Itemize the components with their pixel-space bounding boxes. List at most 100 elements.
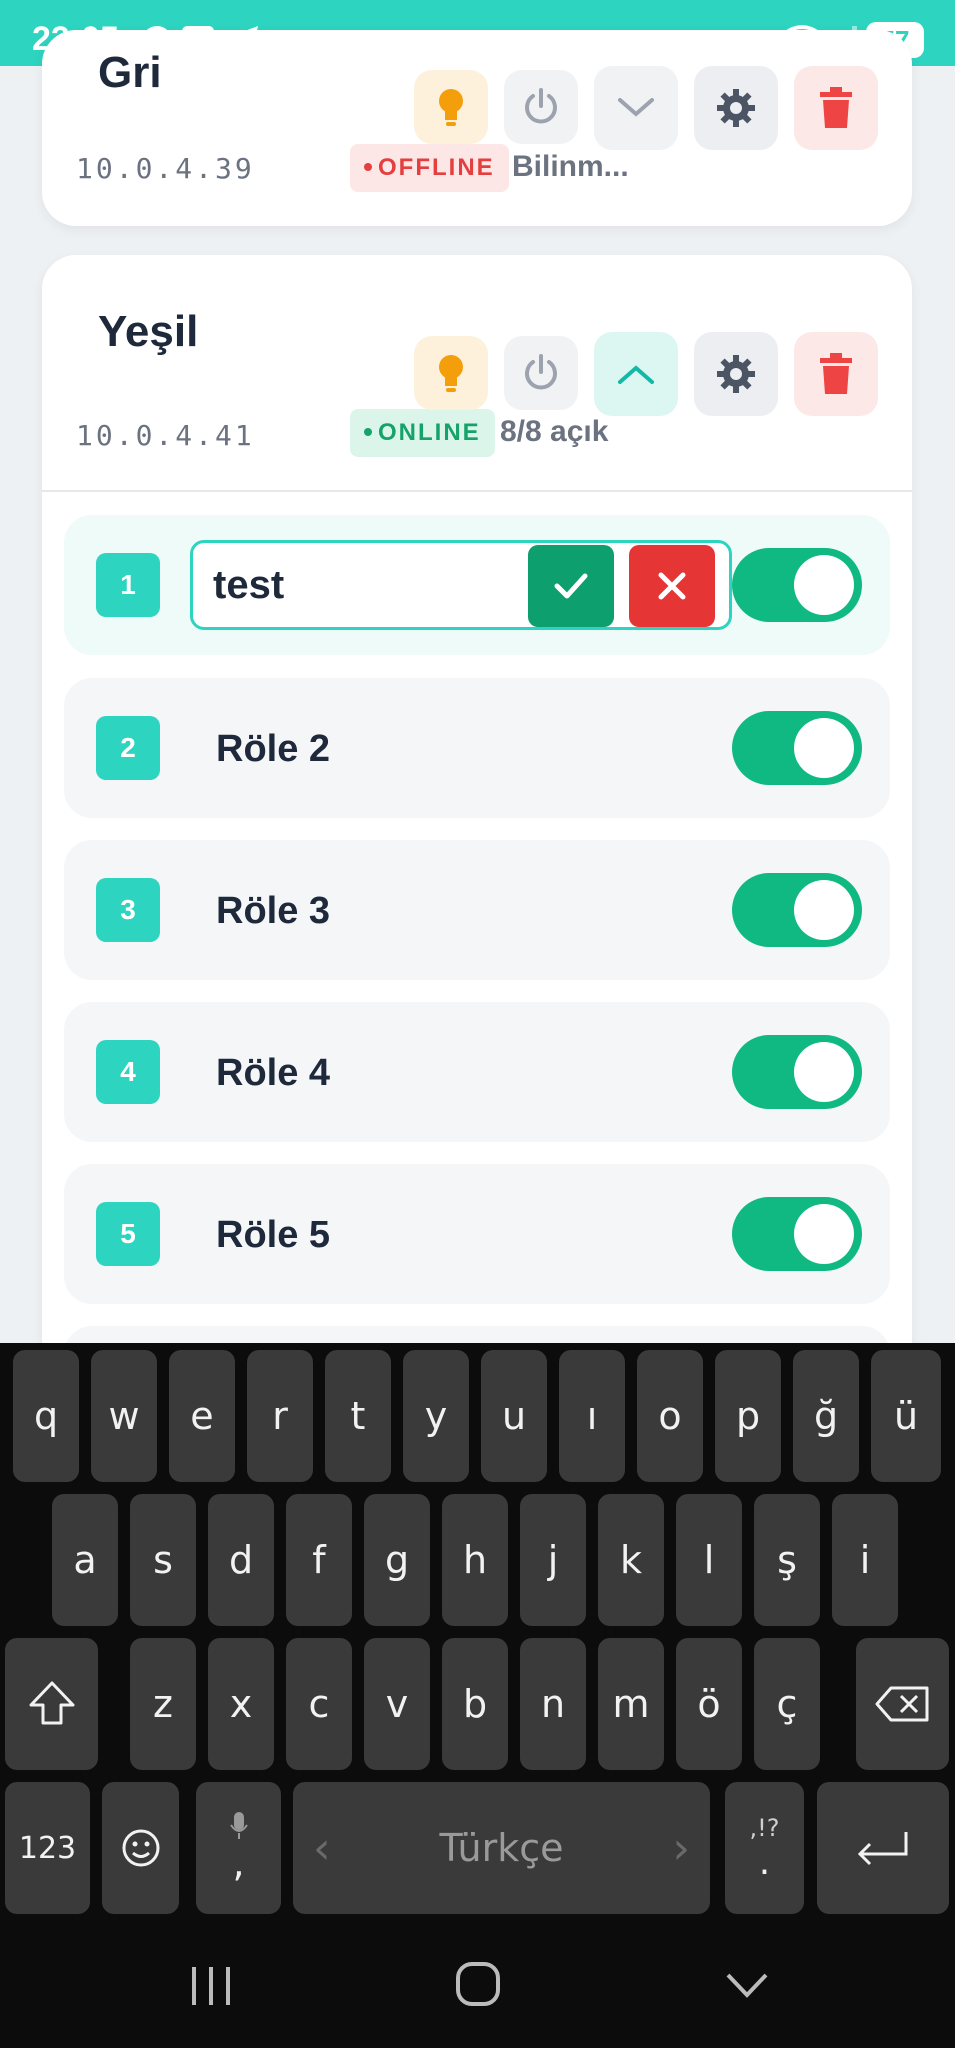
relay-number: 3 (96, 878, 160, 942)
toggle-knob (794, 1204, 854, 1264)
emoji-key[interactable] (102, 1782, 179, 1914)
identify-button[interactable] (414, 336, 488, 410)
punctuation-key[interactable]: ,!? . (725, 1782, 804, 1914)
key-c-cedilla[interactable]: ç (754, 1638, 820, 1770)
backspace-icon (875, 1686, 928, 1722)
key-s-cedilla[interactable]: ş (754, 1494, 820, 1626)
device-card: Gri 10.0.4.39 OFFLINE Bilinm... (42, 30, 912, 226)
power-button[interactable] (504, 336, 578, 410)
comma-label: , (232, 1841, 245, 1885)
relay-row: 4 Röle 4 (64, 1002, 890, 1142)
check-icon (554, 573, 588, 599)
status-badge: OFFLINE (350, 144, 509, 192)
key-y[interactable]: y (403, 1350, 469, 1482)
key-l[interactable]: l (676, 1494, 742, 1626)
relay-toggle[interactable] (732, 711, 862, 785)
key-q[interactable]: q (13, 1350, 79, 1482)
toggle-knob (794, 555, 854, 615)
key-g-breve[interactable]: ğ (793, 1350, 859, 1482)
cancel-rename-button[interactable] (629, 545, 715, 627)
device-ip: 10.0.4.41 (76, 419, 255, 452)
key-m[interactable]: m (598, 1638, 664, 1770)
chevron-down-icon (618, 98, 654, 117)
key-b[interactable]: b (442, 1638, 508, 1770)
recent-apps-icon (192, 1967, 230, 2005)
relay-toggle[interactable] (732, 873, 862, 947)
relay-label[interactable]: Röle 3 (216, 890, 330, 933)
collapse-button[interactable] (594, 332, 678, 416)
key-dotless-i[interactable]: ı (559, 1350, 625, 1482)
key-u[interactable]: u (481, 1350, 547, 1482)
settings-button[interactable] (694, 66, 778, 150)
key-n[interactable]: n (520, 1638, 586, 1770)
relay-name-input[interactable] (213, 559, 513, 611)
comma-key[interactable]: , (196, 1782, 281, 1914)
key-v[interactable]: v (364, 1638, 430, 1770)
key-x[interactable]: x (208, 1638, 274, 1770)
relay-row: 3 Röle 3 (64, 840, 890, 980)
status-dot (364, 427, 372, 436)
key-g[interactable]: g (364, 1494, 430, 1626)
relay-row: 2 Röle 2 (64, 678, 890, 818)
smiley-icon (122, 1829, 159, 1867)
key-h[interactable]: h (442, 1494, 508, 1626)
key-z[interactable]: z (130, 1638, 196, 1770)
key-a[interactable]: a (52, 1494, 118, 1626)
key-r[interactable]: r (247, 1350, 313, 1482)
status-badge: ONLINE (350, 409, 495, 457)
chevron-up-icon (618, 365, 654, 384)
chevron-right-icon: › (672, 1822, 690, 1874)
space-label: Türkçe (439, 1826, 564, 1870)
home-icon (456, 1962, 500, 2006)
expand-button[interactable] (594, 66, 678, 150)
identify-button[interactable] (414, 70, 488, 144)
key-t[interactable]: t (325, 1350, 391, 1482)
key-k[interactable]: k (598, 1494, 664, 1626)
relay-label[interactable]: Röle 5 (216, 1214, 330, 1257)
home-button[interactable] (455, 1961, 501, 2007)
key-p[interactable]: p (715, 1350, 781, 1482)
recent-apps-button[interactable] (186, 1963, 236, 2009)
settings-button[interactable] (694, 332, 778, 416)
key-o-umlaut[interactable]: ö (676, 1638, 742, 1770)
relay-row: 5 Röle 5 (64, 1164, 890, 1304)
key-o[interactable]: o (637, 1350, 703, 1482)
relay-number: 2 (96, 716, 160, 780)
navigation-bar (0, 1923, 955, 2048)
key-c[interactable]: c (286, 1638, 352, 1770)
enter-icon (857, 1832, 908, 1866)
backspace-key[interactable] (856, 1638, 949, 1770)
relay-toggle[interactable] (732, 1197, 862, 1271)
key-d[interactable]: d (208, 1494, 274, 1626)
relay-summary: Bilinm... (512, 150, 629, 183)
toggle-knob (794, 880, 854, 940)
key-f[interactable]: f (286, 1494, 352, 1626)
status-dot (364, 162, 372, 171)
key-u-umlaut[interactable]: ü (871, 1350, 941, 1482)
relay-toggle[interactable] (732, 1035, 862, 1109)
soft-keyboard: q w e r t y u ı o p ğ ü a s d f g h j k … (0, 1343, 955, 1923)
key-w[interactable]: w (91, 1350, 157, 1482)
close-icon (658, 572, 686, 600)
key-e[interactable]: e (169, 1350, 235, 1482)
key-j[interactable]: j (520, 1494, 586, 1626)
device-name: Gri (98, 48, 162, 97)
numbers-key[interactable]: 123 (5, 1782, 90, 1914)
key-s[interactable]: s (130, 1494, 196, 1626)
period-label: . (758, 1841, 771, 1883)
shift-key[interactable] (5, 1638, 98, 1770)
relay-row: 1 (64, 515, 890, 655)
back-button[interactable] (724, 1971, 770, 2001)
power-button[interactable] (504, 70, 578, 144)
key-i[interactable]: i (832, 1494, 898, 1626)
relay-toggle[interactable] (732, 548, 862, 622)
toggle-knob (794, 1042, 854, 1102)
divider (42, 490, 912, 492)
relay-label[interactable]: Röle 4 (216, 1052, 330, 1095)
delete-button[interactable] (794, 66, 878, 150)
enter-key[interactable] (817, 1782, 949, 1914)
space-key[interactable]: ‹ Türkçe › (293, 1782, 710, 1914)
delete-button[interactable] (794, 332, 878, 416)
confirm-rename-button[interactable] (528, 545, 614, 627)
relay-label[interactable]: Röle 2 (216, 728, 330, 771)
